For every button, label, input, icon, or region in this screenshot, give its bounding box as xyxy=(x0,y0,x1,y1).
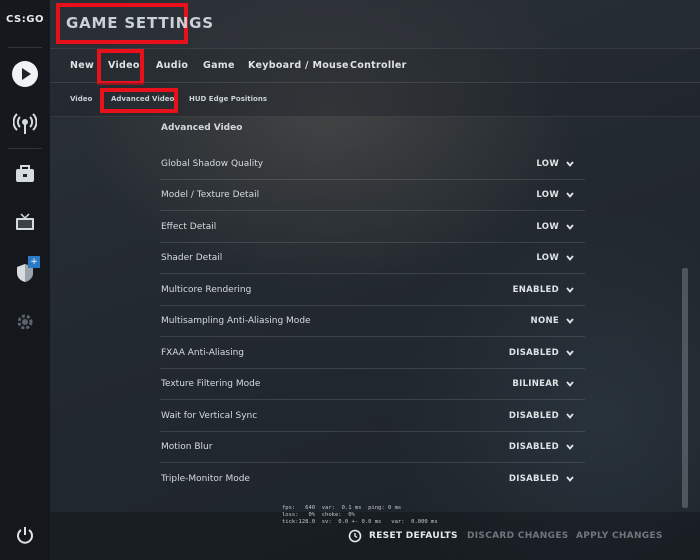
setting-value[interactable]: LOW xyxy=(536,190,559,200)
chevron-down-icon[interactable] xyxy=(565,379,575,389)
chevron-down-icon[interactable] xyxy=(565,348,575,358)
chevron-down-icon[interactable] xyxy=(565,190,575,200)
tab-controller[interactable]: Controller xyxy=(350,60,407,71)
setting-value[interactable]: LOW xyxy=(536,253,559,263)
subtab-hud-edge-positions[interactable]: HUD Edge Positions xyxy=(189,95,267,103)
play-icon[interactable] xyxy=(10,59,40,89)
setting-row-texture-filtering-mode[interactable]: Texture Filtering Mode BILINEAR xyxy=(160,369,585,400)
setting-row-wait-for-vertical-sync[interactable]: Wait for Vertical Sync DISABLED xyxy=(160,401,585,432)
csgo-logo: CS:GO xyxy=(6,14,44,25)
setting-row-triple-monitor-mode[interactable]: Triple-Monitor Mode DISABLED xyxy=(160,464,585,495)
chevron-down-icon[interactable] xyxy=(565,222,575,232)
tab-audio[interactable]: Audio xyxy=(156,60,188,71)
sidebar-divider xyxy=(8,47,42,48)
apply-changes-button[interactable]: APPLY CHANGES xyxy=(576,531,663,541)
setting-value[interactable]: BILINEAR xyxy=(512,379,559,389)
setting-row-effect-detail[interactable]: Effect Detail LOW xyxy=(160,212,585,243)
discard-changes-button[interactable]: DISCARD CHANGES xyxy=(467,531,569,541)
setting-row-shader-detail[interactable]: Shader Detail LOW xyxy=(160,243,585,274)
setting-label: Wait for Vertical Sync xyxy=(161,411,258,421)
video-tab-highlight xyxy=(97,49,144,85)
scrollbar[interactable] xyxy=(682,268,688,508)
new-badge: + xyxy=(28,256,40,268)
setting-row-global-shadow-quality[interactable]: Global Shadow Quality LOW xyxy=(160,149,585,180)
setting-label: FXAA Anti-Aliasing xyxy=(161,348,244,358)
tv-icon[interactable] xyxy=(10,208,40,238)
setting-value[interactable]: ENABLED xyxy=(513,285,559,295)
setting-label: Model / Texture Detail xyxy=(161,190,260,200)
chevron-down-icon[interactable] xyxy=(565,159,575,169)
sidebar-divider xyxy=(8,148,42,149)
setting-row-multicore-rendering[interactable]: Multicore Rendering ENABLED xyxy=(160,275,585,306)
reset-defaults-button[interactable]: RESET DEFAULTS xyxy=(369,531,458,541)
advanced-video-highlight xyxy=(100,88,178,113)
setting-row-multisampling-aa-mode[interactable]: Multisampling Anti-Aliasing Mode NONE xyxy=(160,306,585,337)
chevron-down-icon[interactable] xyxy=(565,442,575,452)
tab-game[interactable]: Game xyxy=(203,60,235,71)
setting-value[interactable]: DISABLED xyxy=(509,348,559,358)
chevron-down-icon[interactable] xyxy=(565,285,575,295)
setting-label: Texture Filtering Mode xyxy=(161,379,261,389)
setting-value[interactable]: DISABLED xyxy=(509,474,559,484)
setting-label: Motion Blur xyxy=(161,442,213,452)
setting-label: Shader Detail xyxy=(161,253,223,263)
chevron-down-icon[interactable] xyxy=(565,411,575,421)
inventory-icon[interactable] xyxy=(10,159,40,189)
setting-value[interactable]: NONE xyxy=(531,316,559,326)
net-graph-overlay: fps: 640 var: 0.1 ms ping: 0 ms loss: 0% … xyxy=(282,505,438,526)
subtab-video[interactable]: Video xyxy=(70,95,92,103)
net-graph-line: tick:128.0 sv: 0.0 +- 0.0 ms var: 0.000 … xyxy=(282,519,438,525)
chevron-down-icon[interactable] xyxy=(565,474,575,484)
chevron-down-icon[interactable] xyxy=(565,253,575,263)
setting-value[interactable]: LOW xyxy=(536,159,559,169)
net-graph-line: fps: 640 var: 0.1 ms ping: 0 ms xyxy=(282,505,402,511)
settings-icon[interactable] xyxy=(10,307,40,337)
setting-label: Triple-Monitor Mode xyxy=(161,474,250,484)
setting-value[interactable]: LOW xyxy=(536,222,559,232)
sidebar: CS:GO + xyxy=(0,0,50,560)
section-title: Advanced Video xyxy=(161,123,243,133)
setting-label: Global Shadow Quality xyxy=(161,159,264,169)
broadcast-icon[interactable] xyxy=(10,109,40,139)
setting-label: Effect Detail xyxy=(161,222,217,232)
setting-label: Multicore Rendering xyxy=(161,285,252,295)
page-title: GAME SETTINGS xyxy=(56,3,213,44)
setting-value[interactable]: DISABLED xyxy=(509,442,559,452)
chevron-down-icon[interactable] xyxy=(565,316,575,326)
setting-row-fxaa-anti-aliasing[interactable]: FXAA Anti-Aliasing DISABLED xyxy=(160,338,585,369)
power-icon[interactable] xyxy=(10,520,40,550)
setting-row-motion-blur[interactable]: Motion Blur DISABLED xyxy=(160,432,585,463)
setting-value[interactable]: DISABLED xyxy=(509,411,559,421)
reset-clock-icon[interactable] xyxy=(348,529,362,543)
tab-keyboard-mouse[interactable]: Keyboard / Mouse xyxy=(248,60,349,71)
net-graph-line: loss: 0% choke: 0% xyxy=(282,512,355,518)
tab-new[interactable]: New xyxy=(70,60,94,71)
setting-label: Multisampling Anti-Aliasing Mode xyxy=(161,316,311,326)
setting-row-model-texture-detail[interactable]: Model / Texture Detail LOW xyxy=(160,180,585,211)
